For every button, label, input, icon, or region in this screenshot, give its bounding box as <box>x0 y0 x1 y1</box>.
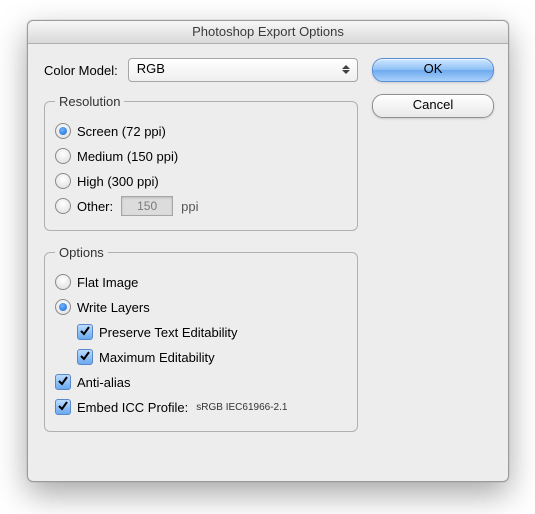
resolution-other-input[interactable]: 150 <box>121 196 173 216</box>
export-options-dialog: Photoshop Export Options Color Model: RG… <box>27 20 509 482</box>
resolution-screen-radio[interactable] <box>55 123 71 139</box>
options-legend: Options <box>55 245 108 260</box>
resolution-group: Resolution Screen (72 ppi) Medium (150 p… <box>44 94 358 231</box>
window-title: Photoshop Export Options <box>28 21 508 44</box>
checkmark-icon <box>57 375 69 387</box>
resolution-legend: Resolution <box>55 94 124 109</box>
preserve-text-label: Preserve Text Editability <box>99 325 238 340</box>
max-edit-label: Maximum Editability <box>99 350 215 365</box>
resolution-medium-label: Medium (150 ppi) <box>77 149 178 164</box>
color-model-value: RGB <box>137 61 165 76</box>
resolution-other-radio[interactable] <box>55 198 71 214</box>
checkmark-icon <box>57 400 69 412</box>
color-model-select[interactable]: RGB <box>128 58 358 82</box>
resolution-screen-label: Screen (72 ppi) <box>77 124 166 139</box>
flat-image-label: Flat Image <box>77 275 138 290</box>
resolution-medium-radio[interactable] <box>55 148 71 164</box>
preserve-text-checkbox[interactable] <box>77 324 93 340</box>
embed-icc-label: Embed ICC Profile: <box>77 400 188 415</box>
anti-alias-label: Anti-alias <box>77 375 130 390</box>
flat-image-radio[interactable] <box>55 274 71 290</box>
checkmark-icon <box>79 350 91 362</box>
options-group: Options Flat Image Write Layers <box>44 245 358 432</box>
color-model-label: Color Model: <box>44 63 118 78</box>
checkmark-icon <box>79 325 91 337</box>
cancel-button[interactable]: Cancel <box>372 94 494 118</box>
anti-alias-checkbox[interactable] <box>55 374 71 390</box>
icc-profile-name: sRGB IEC61966-2.1 <box>196 402 287 413</box>
max-edit-checkbox[interactable] <box>77 349 93 365</box>
updown-arrows-icon <box>339 61 353 77</box>
write-layers-label: Write Layers <box>77 300 150 315</box>
resolution-other-unit: ppi <box>181 199 198 214</box>
write-layers-radio[interactable] <box>55 299 71 315</box>
resolution-other-label: Other: <box>77 199 113 214</box>
resolution-high-radio[interactable] <box>55 173 71 189</box>
resolution-high-label: High (300 ppi) <box>77 174 159 189</box>
ok-button[interactable]: OK <box>372 58 494 82</box>
embed-icc-checkbox[interactable] <box>55 399 71 415</box>
